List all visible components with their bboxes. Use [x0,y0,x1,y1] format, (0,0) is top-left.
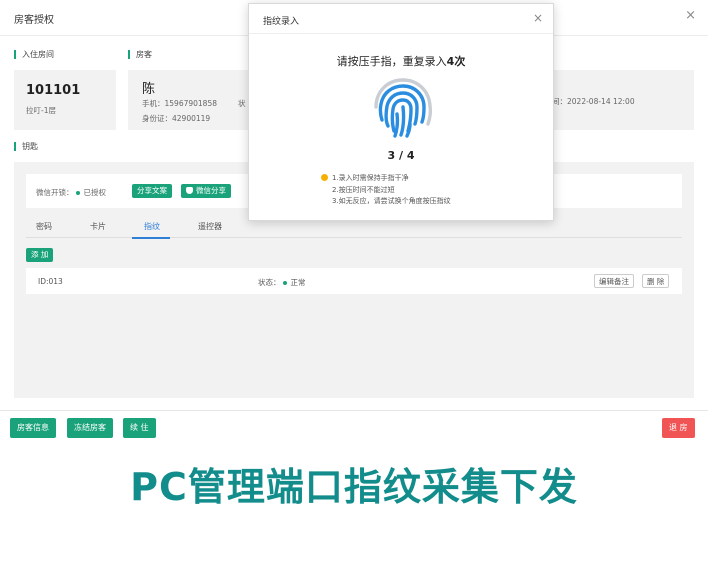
shield-icon [186,186,193,194]
tip-line: 1.录入时需保持手指干净 [321,173,451,185]
close-icon[interactable]: × [685,8,696,23]
guest-status-label: 状 [238,99,246,108]
fingerprint-icon [374,78,433,138]
checkout-button[interactable]: 退 房 [662,418,695,438]
section-keys-label: 钥匙 [14,141,38,152]
share-text-button[interactable]: 分享文案 [132,184,172,198]
wechat-unlock-status: 已授权 [83,188,107,197]
guest-info-button[interactable]: 房客信息 [10,418,56,438]
footer-divider [0,410,708,411]
tab-remote[interactable]: 遥控器 [198,221,222,232]
dialog-title: 房客授权 [14,15,54,26]
enroll-progress: 3 / 4 [387,149,415,162]
extend-stay-button[interactable]: 续 住 [123,418,156,438]
promo-headline: PC管理端口指纹采集下发 [130,465,578,509]
delete-button[interactable]: 删 除 [642,274,670,288]
section-guest-label: 房客 [128,49,152,60]
modal-title: 指纹录入 [263,17,300,27]
freeze-guest-button[interactable]: 冻结房客 [67,418,113,438]
fingerprint-enroll-modal: 指纹录入 × 请按压手指，重复录入4次 3 / 4 1.录入时需保持手指干净 2… [248,3,554,221]
tip-line: 3.如无反应，请尝试换个角度按压指纹 [332,197,451,205]
room-number: 101101 [26,83,81,98]
guest-id: 身份证：42900119 [142,114,211,123]
room-location: 拉叮-1层 [26,106,56,115]
guest-time: 间：2022-08-14 12:00 [552,97,635,106]
list-item: ID:013 状态： 正常 编辑备注 删 除 [26,268,682,294]
active-tab-indicator [132,237,170,239]
tab-card[interactable]: 卡片 [90,221,106,232]
fingerprint-id: ID:013 [38,277,63,286]
section-room-label: 入住房间 [14,49,54,60]
status-dot-icon [75,190,80,195]
wechat-share-button[interactable]: 微信分享 [181,184,231,198]
room-card: 101101 拉叮-1层 [14,70,116,130]
fingerprint-state: 状态： 正常 [258,278,306,287]
enroll-instruction: 请按压手指，重复录入4次 [336,55,466,68]
status-dot-icon [282,280,287,285]
page: 房客授权 × 入住房间 房客 101101 拉叮-1层 陈 手机：1596790… [0,0,708,588]
close-icon[interactable]: × [533,11,543,25]
enroll-tips: 1.录入时需保持手指干净 2.按压时间不能过短 3.如无反应，请尝试换个角度按压… [321,173,451,208]
wechat-unlock-label: 微信开锁： 已授权 [36,188,107,197]
warning-icon [321,173,328,181]
guest-phone: 手机：15967901858 [142,99,217,108]
modal-header: 指纹录入 × [249,4,553,34]
edit-note-button[interactable]: 编辑备注 [594,274,634,288]
add-button[interactable]: 添 加 [26,248,54,262]
tip-line: 2.按压时间不能过短 [332,185,395,194]
tab-password[interactable]: 密码 [36,221,52,232]
guest-name: 陈 [142,82,156,97]
tab-fingerprint[interactable]: 指纹 [144,221,160,232]
